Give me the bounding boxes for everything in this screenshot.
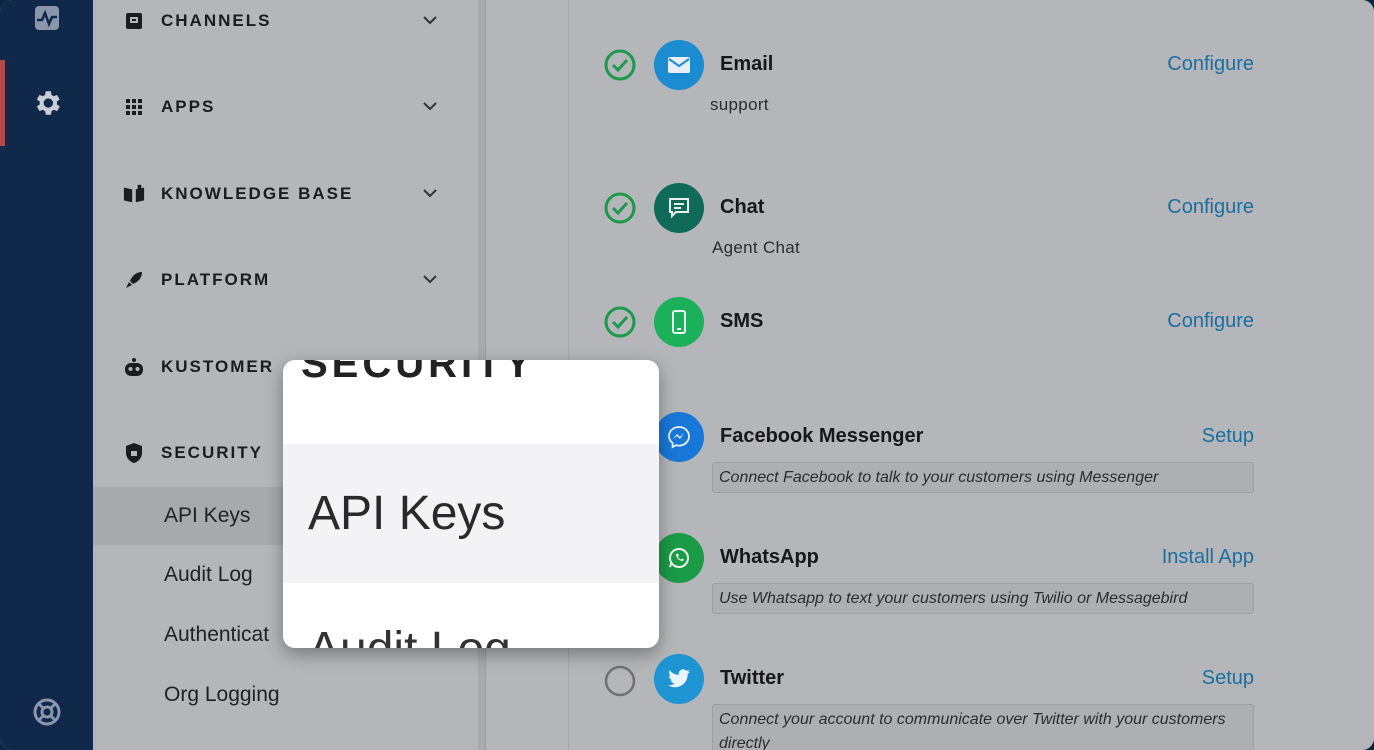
- sidebar-section-label: KNOWLEDGE BASE: [161, 184, 354, 203]
- zoom-item-api-keys[interactable]: API Keys: [283, 444, 659, 583]
- channel-subtitle: Agent Chat: [712, 238, 801, 257]
- channel-name: SMS: [720, 310, 764, 332]
- grid-icon: [123, 96, 145, 118]
- chat-icon: [654, 183, 704, 233]
- sidebar-item-org-logging[interactable]: Org Logging: [93, 666, 478, 724]
- messenger-icon: [654, 412, 704, 462]
- chevron-down-icon: [422, 12, 438, 33]
- chevron-down-icon: [422, 98, 438, 119]
- chevron-down-icon: [422, 271, 438, 292]
- zoom-section-title: SECURITY: [301, 360, 536, 386]
- twitter-icon: [654, 654, 704, 704]
- empty-circle-icon: [603, 664, 637, 698]
- chevron-down-icon: [422, 185, 438, 206]
- sidebar-section-label: APPS: [161, 97, 216, 116]
- channel-row-twitter: Twitter Setup Connect your account to co…: [486, 654, 1374, 750]
- channel-row-sms: SMS Configure: [486, 297, 1374, 357]
- shield-icon: [123, 442, 145, 464]
- robot-icon: [123, 356, 145, 378]
- channel-name: Chat: [720, 196, 765, 218]
- check-circle-icon: [603, 305, 637, 339]
- inbox-icon: [123, 10, 145, 32]
- channel-description: Connect your account to communicate over…: [712, 704, 1254, 750]
- phone-icon: [654, 297, 704, 347]
- gear-icon[interactable]: [0, 82, 93, 124]
- zoom-callout: SECURITY API Keys Audit Log: [283, 360, 659, 648]
- zoom-item-audit-log[interactable]: Audit Log: [308, 622, 511, 648]
- configure-button[interactable]: Configure: [1167, 310, 1254, 333]
- channel-description: Use Whatsapp to text your customers usin…: [712, 583, 1254, 614]
- sidebar-section-apps[interactable]: APPS: [123, 92, 448, 122]
- activity-icon[interactable]: [0, 2, 93, 34]
- sidebar-section-label: PLATFORM: [161, 270, 271, 289]
- check-circle-icon: [603, 48, 637, 82]
- help-lifebuoy-icon[interactable]: [0, 693, 93, 731]
- mail-icon: [654, 40, 704, 90]
- channel-name: WhatsApp: [720, 546, 819, 568]
- channel-row-chat: Chat Agent Chat Configure: [486, 183, 1374, 273]
- book-icon: [123, 183, 145, 205]
- sidebar-section-platform[interactable]: PLATFORM: [123, 265, 448, 295]
- sidebar-section-label: KUSTOMER: [161, 357, 274, 376]
- channel-name: Twitter: [720, 667, 785, 689]
- setup-button[interactable]: Setup: [1202, 425, 1254, 448]
- channel-description: Connect Facebook to talk to your custome…: [712, 462, 1254, 493]
- channel-name: Facebook Messenger: [720, 425, 924, 447]
- icon-rail: [0, 0, 93, 750]
- channel-name: Email: [720, 53, 774, 75]
- configure-button[interactable]: Configure: [1167, 53, 1254, 76]
- check-circle-icon: [603, 191, 637, 225]
- sidebar-section-knowledge-base[interactable]: KNOWLEDGE BASE: [123, 179, 448, 209]
- sidebar-section-label: CHANNELS: [161, 11, 272, 30]
- sidebar-section-channels[interactable]: CHANNELS: [123, 6, 448, 36]
- channel-row-email: Email support Configure: [486, 40, 1374, 130]
- setup-button[interactable]: Setup: [1202, 667, 1254, 690]
- rocket-icon: [123, 269, 145, 291]
- configure-button[interactable]: Configure: [1167, 196, 1254, 219]
- app-window: CHANNELS APPS KNOWLEDGE BASE PLATFORM KU…: [0, 0, 1374, 750]
- install-app-button[interactable]: Install App: [1162, 546, 1254, 569]
- whatsapp-icon: [654, 533, 704, 583]
- channel-subtitle: support: [710, 95, 769, 114]
- sidebar-section-label: SECURITY: [161, 443, 263, 462]
